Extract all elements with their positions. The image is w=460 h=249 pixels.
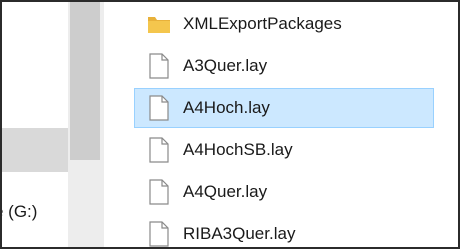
list-item-file[interactable]: A4HochSB.lay [134,130,434,170]
list-item-label: RIBA3Quer.lay [183,224,296,243]
list-item-label: XMLExportPackages [183,14,342,33]
list-item-file[interactable]: A4Quer.lay [134,172,434,212]
nav-drive-item[interactable]: e (G:) [2,202,68,222]
folder-icon [143,11,175,37]
nav-drive-label: e (G:) [2,202,38,221]
list-item-label: A4Hoch.lay [183,98,270,117]
file-list: XMLExportPackages A3Quer.lay A4Hoch.lay … [106,2,458,247]
scrollbar-thumb[interactable] [70,2,100,160]
document-icon [143,179,175,205]
list-item-file-selected[interactable]: A4Hoch.lay [134,88,434,128]
list-item-file[interactable]: A3Quer.lay [134,46,434,86]
document-icon [143,137,175,163]
document-icon [143,53,175,79]
list-item-folder[interactable]: XMLExportPackages [134,4,434,44]
list-item-label: A4Quer.lay [183,182,268,201]
navigation-pane: e (G:) [2,2,68,247]
list-item-file[interactable]: RIBA3Quer.lay [134,214,434,247]
list-item-label: A4HochSB.lay [183,140,293,159]
document-icon [143,221,175,247]
nav-selected-item[interactable] [2,128,68,172]
list-item-label: A3Quer.lay [183,56,268,75]
document-icon [143,95,175,121]
